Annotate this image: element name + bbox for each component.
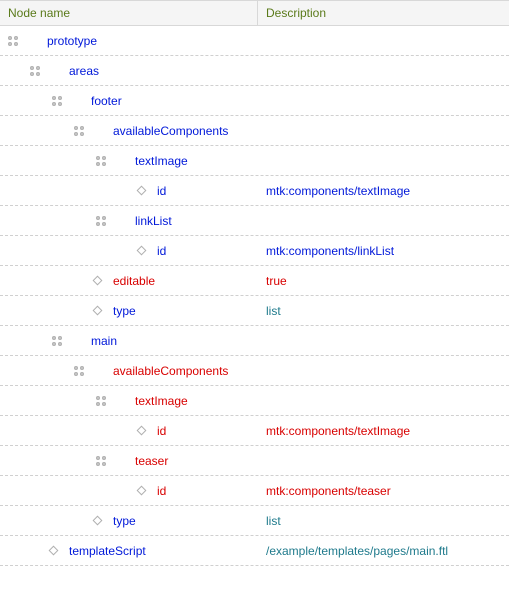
table-row[interactable]: type list — [0, 506, 509, 536]
property-icon — [137, 186, 147, 196]
node-label[interactable]: templateScript — [69, 544, 146, 558]
cell-name: textImage — [0, 390, 258, 412]
cell-description: list — [258, 300, 509, 322]
table-row[interactable]: areas — [0, 56, 509, 86]
cell-name: templateScript — [0, 540, 258, 562]
table-row[interactable]: teaser — [0, 446, 509, 476]
node-label[interactable]: textImage — [135, 154, 188, 168]
table-row[interactable]: textImage — [0, 386, 509, 416]
cell-name: editable — [0, 270, 258, 292]
node-label[interactable]: type — [113, 514, 136, 528]
node-label[interactable]: areas — [69, 64, 99, 78]
cell-description: list — [258, 510, 509, 532]
table-row[interactable]: id mtk:components/teaser — [0, 476, 509, 506]
table-row[interactable]: availableComponents — [0, 356, 509, 386]
drag-handle-icon[interactable] — [74, 366, 84, 376]
drag-handle-icon[interactable] — [96, 216, 106, 226]
cell-name: type — [0, 510, 258, 532]
node-label[interactable]: teaser — [135, 454, 168, 468]
drag-handle-icon[interactable] — [30, 66, 40, 76]
cell-name: main — [0, 330, 258, 352]
property-icon — [93, 306, 103, 316]
property-icon — [137, 426, 147, 436]
column-header-desc[interactable]: Description — [258, 1, 509, 25]
node-label[interactable]: footer — [91, 94, 122, 108]
node-label[interactable]: id — [157, 424, 166, 438]
table-row[interactable]: textImage — [0, 146, 509, 176]
table-row[interactable]: id mtk:components/textImage — [0, 416, 509, 446]
cell-name: id — [0, 480, 258, 502]
property-icon — [137, 486, 147, 496]
cell-description: mtk:components/textImage — [258, 420, 509, 442]
table-row[interactable]: id mtk:components/textImage — [0, 176, 509, 206]
node-label[interactable]: id — [157, 484, 166, 498]
table-row[interactable]: availableComponents — [0, 116, 509, 146]
cell-name: availableComponents — [0, 120, 258, 142]
cell-description — [258, 217, 509, 225]
cell-description — [258, 157, 509, 165]
node-label[interactable]: textImage — [135, 394, 188, 408]
node-tree-table: Node name Description prototype areas foot… — [0, 0, 509, 566]
node-label[interactable]: availableComponents — [113, 364, 228, 378]
cell-description: true — [258, 270, 509, 292]
drag-handle-icon[interactable] — [8, 36, 18, 46]
table-row[interactable]: linkList — [0, 206, 509, 236]
cell-description — [258, 127, 509, 135]
cell-name: id — [0, 240, 258, 262]
table-row[interactable]: templateScript/example/templates/pages/m… — [0, 536, 509, 566]
cell-name: footer — [0, 90, 258, 112]
property-icon — [49, 546, 59, 556]
table-row[interactable]: id mtk:components/linkList — [0, 236, 509, 266]
drag-handle-icon[interactable] — [52, 96, 62, 106]
cell-name: type — [0, 300, 258, 322]
cell-description: mtk:components/linkList — [258, 240, 509, 262]
cell-description: mtk:components/teaser — [258, 480, 509, 502]
column-header-name[interactable]: Node name — [0, 1, 258, 25]
cell-name: id — [0, 420, 258, 442]
cell-name: textImage — [0, 150, 258, 172]
node-label[interactable]: editable — [113, 274, 155, 288]
cell-description — [258, 397, 509, 405]
drag-handle-icon[interactable] — [96, 156, 106, 166]
node-label[interactable]: linkList — [135, 214, 172, 228]
cell-description — [258, 67, 509, 75]
cell-description — [258, 457, 509, 465]
cell-name: linkList — [0, 210, 258, 232]
node-label[interactable]: availableComponents — [113, 124, 228, 138]
cell-name: availableComponents — [0, 360, 258, 382]
table-row[interactable]: footer — [0, 86, 509, 116]
node-label[interactable]: prototype — [47, 34, 97, 48]
node-label[interactable]: main — [91, 334, 117, 348]
table-row[interactable]: prototype — [0, 26, 509, 56]
cell-name: prototype — [0, 30, 258, 52]
cell-description — [258, 37, 509, 45]
cell-description: mtk:components/textImage — [258, 180, 509, 202]
table-row[interactable]: main — [0, 326, 509, 356]
node-label[interactable]: id — [157, 184, 166, 198]
drag-handle-icon[interactable] — [96, 456, 106, 466]
cell-name: teaser — [0, 450, 258, 472]
table-row[interactable]: editable true — [0, 266, 509, 296]
property-icon — [93, 276, 103, 286]
property-icon — [137, 246, 147, 256]
cell-description — [258, 337, 509, 345]
table-row[interactable]: type list — [0, 296, 509, 326]
cell-name: areas — [0, 60, 258, 82]
drag-handle-icon[interactable] — [52, 336, 62, 346]
cell-name: id — [0, 180, 258, 202]
node-label[interactable]: type — [113, 304, 136, 318]
node-label[interactable]: id — [157, 244, 166, 258]
drag-handle-icon[interactable] — [74, 126, 84, 136]
cell-description — [258, 367, 509, 375]
property-icon — [93, 516, 103, 526]
drag-handle-icon[interactable] — [96, 396, 106, 406]
cell-description: /example/templates/pages/main.ftl — [258, 540, 509, 562]
cell-description — [258, 97, 509, 105]
table-header: Node name Description — [0, 0, 509, 26]
